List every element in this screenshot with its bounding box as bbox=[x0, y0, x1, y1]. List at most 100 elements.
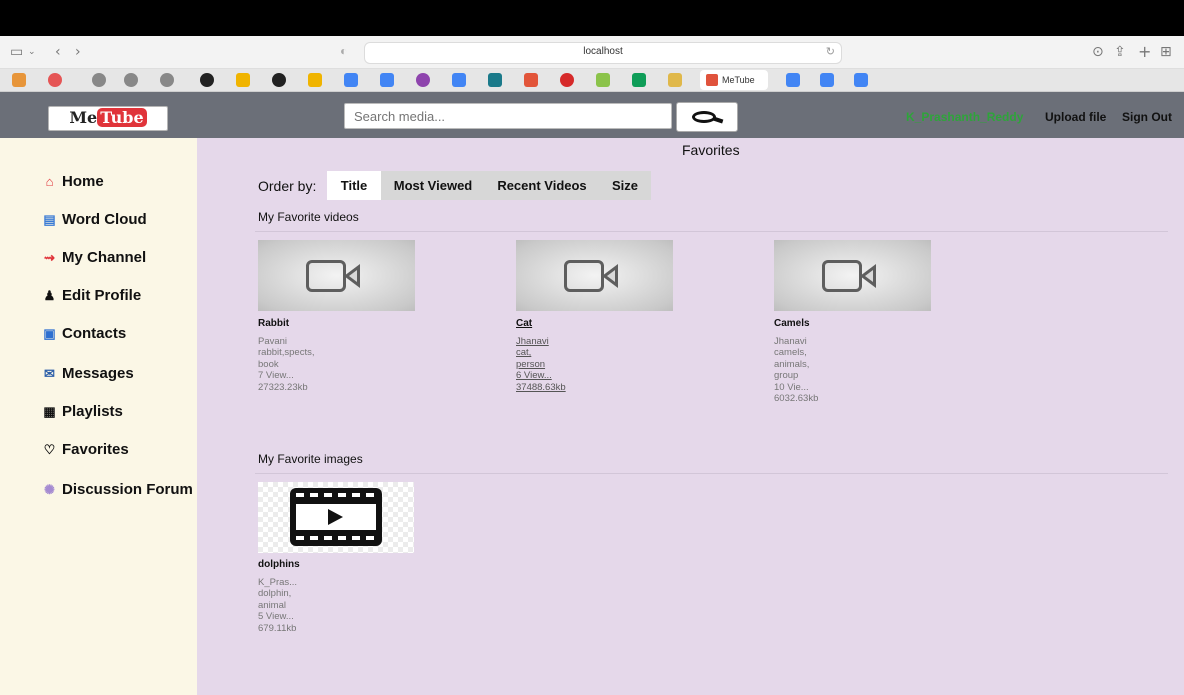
video-tags: book bbox=[258, 358, 279, 370]
sort-recent-videos-button[interactable]: Recent Videos bbox=[485, 171, 599, 200]
tab-metube[interactable]: MeTube bbox=[700, 70, 768, 90]
google-icon[interactable] bbox=[786, 73, 800, 87]
search-button[interactable] bbox=[676, 102, 738, 132]
video-camera-icon bbox=[564, 260, 604, 292]
video-card-rabbit: Rabbit Pavani rabbit,spects, book 7 View… bbox=[258, 318, 378, 393]
video-card-camels: Camels Jhanavi camels, animals, group 10… bbox=[774, 318, 894, 405]
film-hole bbox=[366, 536, 374, 540]
video-size: 27323.23kb bbox=[258, 381, 308, 393]
video-tags[interactable]: cat, bbox=[516, 347, 636, 359]
sidebar-item-label: Contacts bbox=[62, 325, 127, 342]
sort-title-button[interactable]: Title bbox=[327, 171, 381, 200]
share-icon[interactable]: ⇪ bbox=[1114, 44, 1126, 60]
bookmark-icon[interactable] bbox=[560, 73, 574, 87]
video-views[interactable]: 6 View... bbox=[516, 370, 636, 382]
image-title[interactable]: dolphins bbox=[258, 559, 378, 571]
forward-icon[interactable]: › bbox=[75, 44, 81, 60]
bookmark-icon[interactable] bbox=[668, 73, 682, 87]
video-title[interactable]: Camels bbox=[774, 318, 894, 330]
bookmark-icon[interactable] bbox=[48, 73, 62, 87]
docs-icon[interactable] bbox=[452, 73, 466, 87]
back-icon[interactable]: ‹ bbox=[55, 44, 61, 60]
video-views: 10 Vie... bbox=[774, 381, 809, 393]
sidebar-item-label: Discussion Forum bbox=[62, 481, 193, 498]
sidebar-item-favorites[interactable]: ♡ Favorites bbox=[40, 440, 129, 460]
browser-toolbar: ▭ ⌄ ‹ › ◐ localhost ↻ ⊙ ⇪ + ⊞ bbox=[0, 36, 1184, 69]
sidebar-item-contacts[interactable]: ▣ Contacts bbox=[40, 324, 126, 344]
drive-icon[interactable] bbox=[236, 73, 250, 87]
sidebar-item-my-channel[interactable]: ⇝ My Channel bbox=[40, 248, 146, 268]
bookmark-icon[interactable] bbox=[524, 73, 538, 87]
bookmark-icon[interactable] bbox=[416, 73, 430, 87]
heart-icon: ♡ bbox=[43, 442, 56, 457]
sidebar-item-messages[interactable]: ✉ Messages bbox=[40, 364, 134, 384]
order-by-label: Order by: bbox=[258, 178, 317, 194]
metube-logo[interactable]: Me Tube bbox=[48, 106, 168, 131]
logo-suffix: Tube bbox=[97, 108, 147, 127]
bookmark-icon[interactable] bbox=[160, 73, 174, 87]
video-size[interactable]: 37488.63kb bbox=[516, 382, 636, 394]
download-icon[interactable]: ⊙ bbox=[1092, 44, 1104, 60]
video-title[interactable]: Rabbit bbox=[258, 318, 378, 330]
video-thumbnail[interactable] bbox=[258, 240, 415, 311]
sidebar-item-discussion-forum[interactable]: ✺ Discussion Forum bbox=[40, 480, 193, 500]
github-icon[interactable] bbox=[272, 73, 286, 87]
privacy-shield-icon[interactable]: ◐ bbox=[340, 44, 347, 58]
section-divider bbox=[255, 473, 1168, 474]
bookmark-icon[interactable] bbox=[596, 73, 610, 87]
forum-icon: ✺ bbox=[44, 482, 55, 497]
new-tab-icon[interactable]: + bbox=[1138, 44, 1151, 60]
bookmark-icon[interactable] bbox=[488, 73, 502, 87]
bookmark-icon[interactable] bbox=[92, 73, 106, 87]
sidebar-item-edit-profile[interactable]: ♟ Edit Profile bbox=[40, 286, 142, 306]
video-tags[interactable]: person bbox=[516, 359, 636, 371]
video-card-cat[interactable]: Cat Jhanavi cat, person 6 View... 37488.… bbox=[516, 318, 636, 393]
film-play-icon bbox=[290, 488, 382, 546]
sort-size-button[interactable]: Size bbox=[599, 171, 651, 200]
video-thumbnail[interactable] bbox=[516, 240, 673, 311]
sign-out-link[interactable]: Sign Out bbox=[1122, 110, 1172, 124]
video-camera-lens-inner bbox=[865, 270, 873, 282]
video-owner[interactable]: Jhanavi bbox=[516, 336, 636, 348]
address-bar[interactable]: localhost ↻ bbox=[364, 42, 842, 64]
image-thumbnail[interactable] bbox=[258, 482, 414, 553]
username-link[interactable]: K_Prashanth_Reddy bbox=[906, 110, 1023, 124]
sheets-icon[interactable] bbox=[632, 73, 646, 87]
bookmark-icon[interactable] bbox=[12, 73, 26, 87]
video-views: 7 View... bbox=[258, 370, 294, 381]
image-card-dolphins: dolphins K_Pras... dolphin, animal 5 Vie… bbox=[258, 559, 378, 634]
search-icon-handle bbox=[712, 116, 724, 124]
tab-overview-icon[interactable]: ⊞ bbox=[1160, 44, 1172, 60]
video-title[interactable]: Cat bbox=[516, 318, 636, 330]
search-input[interactable] bbox=[344, 103, 672, 129]
google-icon[interactable] bbox=[380, 73, 394, 87]
film-hole bbox=[338, 493, 346, 497]
reload-icon[interactable]: ↻ bbox=[826, 45, 835, 58]
sidebar-item-word-cloud[interactable]: ▤ Word Cloud bbox=[40, 210, 146, 230]
page-title: Favorites bbox=[682, 142, 740, 158]
upload-file-link[interactable]: Upload file bbox=[1045, 110, 1106, 124]
word-cloud-icon: ▤ bbox=[43, 212, 56, 227]
film-hole bbox=[352, 493, 360, 497]
video-thumbnail[interactable] bbox=[774, 240, 931, 311]
video-size: 6032.63kb bbox=[774, 393, 819, 404]
favorite-images-heading: My Favorite images bbox=[258, 452, 363, 466]
google-icon[interactable] bbox=[854, 73, 868, 87]
github-icon[interactable] bbox=[200, 73, 214, 87]
video-owner: Jhanavi bbox=[774, 335, 807, 347]
sort-most-viewed-button[interactable]: Most Viewed bbox=[381, 171, 485, 200]
favorite-videos-heading: My Favorite videos bbox=[258, 210, 359, 224]
video-owner: Pavani bbox=[258, 335, 288, 347]
tab-label: MeTube bbox=[722, 75, 755, 85]
sidebar-item-label: My Channel bbox=[62, 249, 147, 266]
contacts-icon: ▣ bbox=[43, 326, 56, 341]
sidebar-item-playlists[interactable]: ▦ Playlists bbox=[40, 402, 123, 422]
sidebar-toggle-icon[interactable]: ▭ bbox=[10, 44, 23, 60]
chevron-down-icon[interactable]: ⌄ bbox=[28, 44, 36, 60]
docs-icon[interactable] bbox=[344, 73, 358, 87]
bookmark-icon[interactable] bbox=[124, 73, 138, 87]
sidebar-item-label: Home bbox=[62, 173, 104, 190]
drive-icon[interactable] bbox=[308, 73, 322, 87]
google-icon[interactable] bbox=[820, 73, 834, 87]
sidebar-item-home[interactable]: ⌂ Home bbox=[40, 172, 104, 192]
